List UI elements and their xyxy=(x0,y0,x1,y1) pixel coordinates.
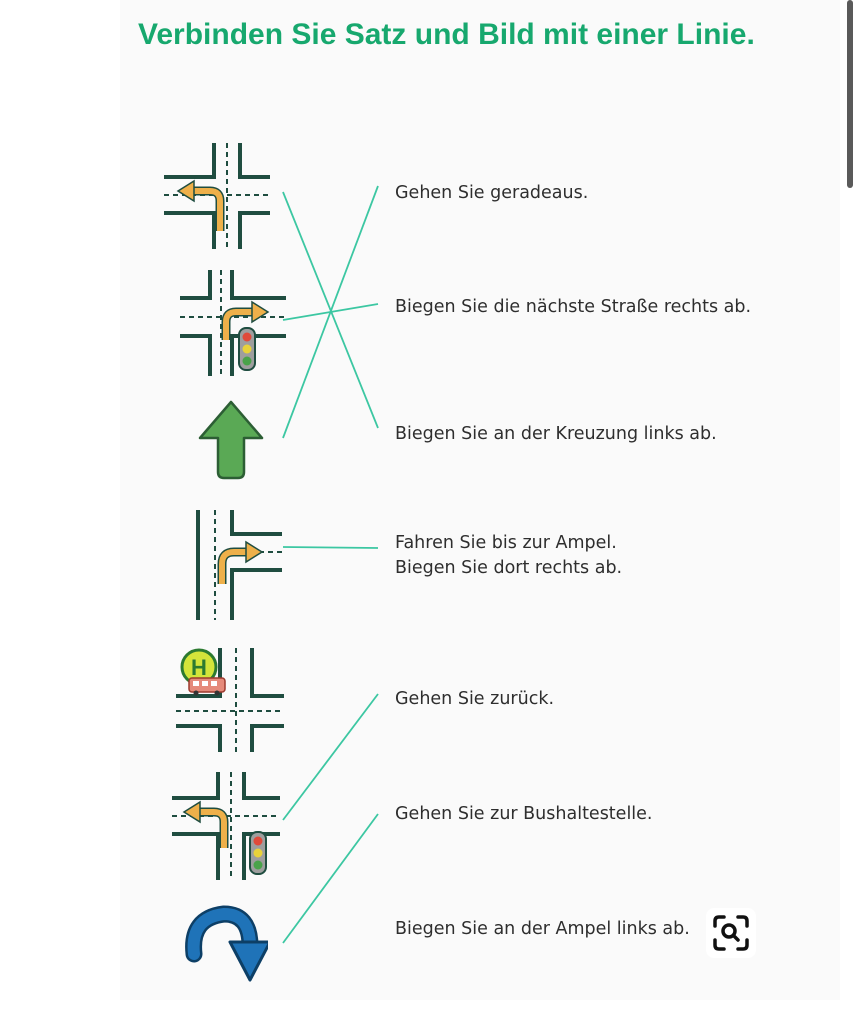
visual-search-button[interactable] xyxy=(706,908,756,958)
match-line-4 xyxy=(282,546,379,549)
match-line-3 xyxy=(282,185,379,439)
connecting-lines xyxy=(282,185,379,944)
scrollbar-thumb[interactable] xyxy=(847,0,853,188)
match-line-5 xyxy=(282,693,379,821)
visual-search-icon xyxy=(713,915,749,951)
match-line-6 xyxy=(282,813,379,944)
